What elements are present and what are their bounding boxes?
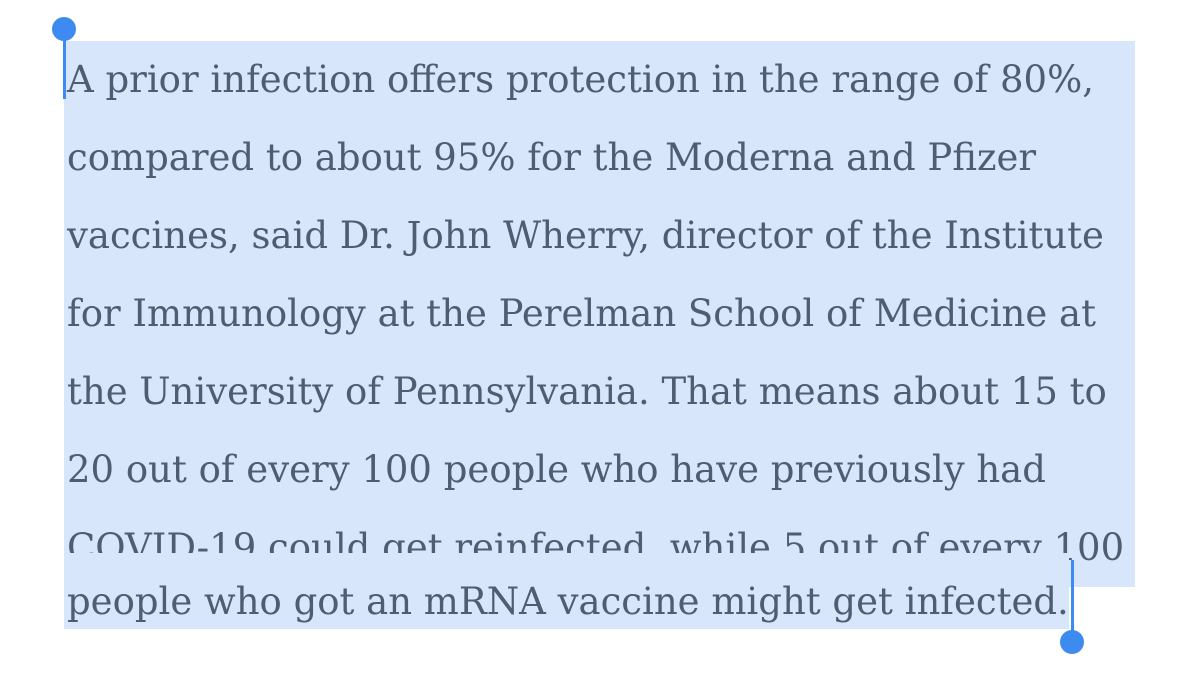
paragraph-line[interactable]: people who got an mRNA vaccine might get… [64,553,1069,629]
selected-article-paragraph[interactable]: A prior infection offers protection in t… [0,0,1200,691]
paragraph-line[interactable]: the University of Pennsylvania. That mea… [64,353,1135,431]
paragraph-line[interactable]: 20 out of every 100 people who have prev… [64,431,1135,509]
selection-end-caret[interactable] [1071,560,1074,640]
paragraph-line[interactable]: compared to about 95% for the Moderna an… [64,119,1135,197]
paragraph-line[interactable]: A prior infection offers protection in t… [64,41,1135,119]
selection-start-handle[interactable] [52,17,76,41]
paragraph-line[interactable]: for Immunology at the Perelman School of… [64,275,1135,353]
paragraph-line[interactable]: vaccines, said Dr. John Wherry, director… [64,197,1135,275]
selection-end-handle[interactable] [1060,630,1084,654]
selection-start-caret[interactable] [63,33,66,99]
